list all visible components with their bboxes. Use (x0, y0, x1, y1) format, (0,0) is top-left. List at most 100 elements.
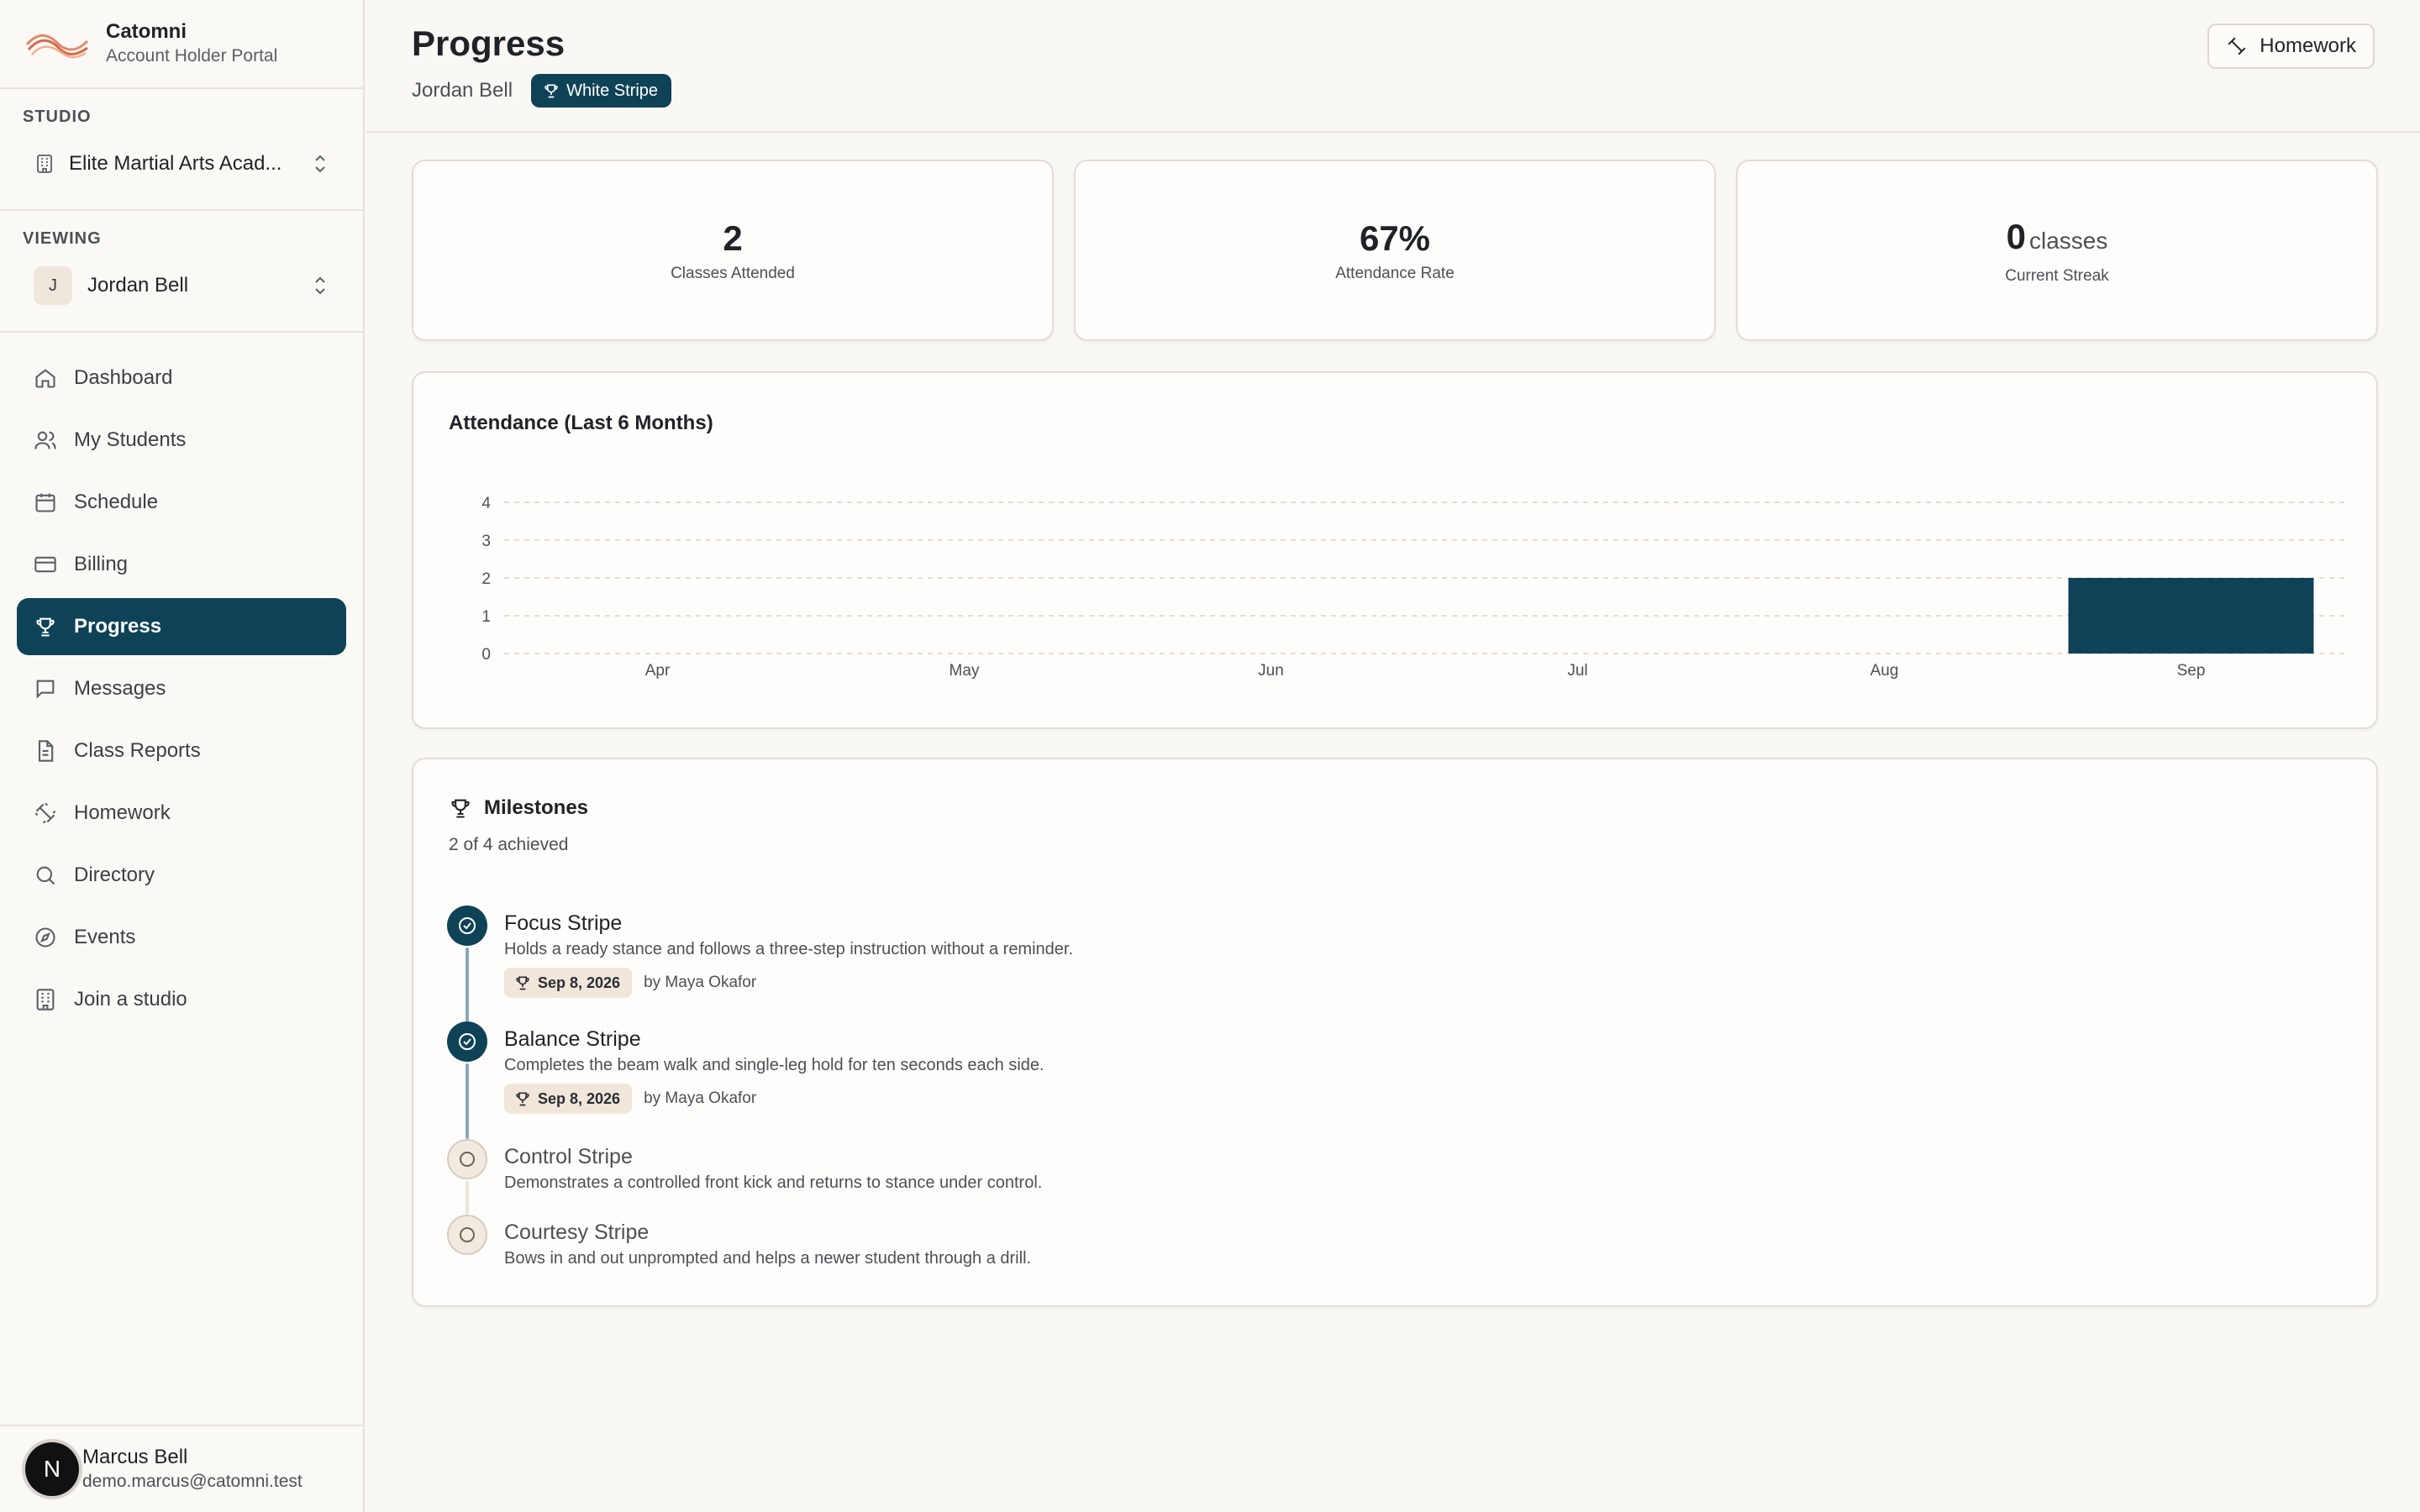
user-avatar: N (25, 1442, 79, 1496)
attendance-chart: 0 1 2 3 4 Apr May Jun Jul Aug Sep (481, 495, 2344, 680)
milestone-name: Focus Stripe (504, 911, 623, 935)
milestone-connector (466, 948, 469, 1021)
sidebar-item-label: Join a studio (74, 988, 187, 1011)
message-icon (36, 680, 55, 699)
x-tick-label: Jul (1567, 662, 1587, 680)
check-circle-icon (447, 906, 487, 946)
milestone-list: Focus Stripe Holds a ready stance and fo… (447, 906, 2296, 1282)
x-tick-label: May (950, 662, 980, 680)
x-tick-label: Apr (645, 662, 671, 680)
user-email: demo.marcus@catomni.test (82, 1472, 302, 1491)
studio-name: Elite Martial Arts Acad... (69, 152, 282, 175)
x-tick-label: Sep (2177, 662, 2206, 680)
chevrons-up-down-icon (315, 155, 325, 173)
empty-circle-icon (447, 1215, 487, 1255)
stat-card-attendance-rate: 67% Attendance Rate (1074, 160, 1716, 341)
stat-label: Attendance Rate (1335, 265, 1455, 282)
y-tick-label: 1 (481, 608, 491, 626)
x-tick-label: Aug (1870, 662, 1899, 680)
milestone-item: Focus Stripe Holds a ready stance and fo… (447, 906, 2296, 1021)
y-tick-label: 0 (481, 646, 491, 664)
y-tick-label: 2 (481, 570, 491, 588)
achieved-date-chip: Sep 8, 2026 (504, 1084, 633, 1114)
achieved-date: Sep 8, 2026 (538, 974, 621, 991)
sidebar-item-progress[interactable]: Progress (17, 598, 346, 655)
trophy-icon (516, 976, 529, 990)
student-avatar: J (34, 266, 72, 305)
trophy-icon (451, 799, 470, 818)
catomni-logo-icon (25, 34, 89, 59)
x-tick-label: Jun (1258, 662, 1284, 680)
achieved-date-chip: Sep 8, 2026 (504, 968, 633, 998)
stat-label: Current Streak (2005, 266, 2109, 285)
stat-value: 2 (723, 218, 743, 258)
stat-card-classes-attended: 2 Classes Attended (412, 160, 1054, 341)
sidebar-item-events[interactable]: Events (17, 909, 346, 966)
milestone-name: Balance Stripe (504, 1027, 641, 1051)
homework-button-label: Homework (2260, 34, 2356, 57)
sidebar-item-homework[interactable]: Homework (17, 785, 346, 842)
y-tick-label: 4 (481, 495, 491, 512)
studio-label: STUDIO (23, 108, 92, 126)
compass-icon (35, 927, 55, 948)
stat-value: 0 classes (2006, 216, 2108, 256)
sidebar-item-schedule[interactable]: Schedule (17, 474, 346, 531)
dumbbell-icon (2228, 37, 2246, 55)
sidebar-item-dashboard[interactable]: Dashboard (17, 349, 346, 407)
sidebar-item-label: Dashboard (74, 366, 173, 389)
studio-section: STUDIO Elite Martial Arts Acad... (0, 89, 363, 211)
milestones-card: Milestones 2 of 4 achieved Focus Stripe … (412, 758, 2378, 1307)
homework-button[interactable]: Homework (2207, 24, 2375, 69)
sidebar-item-label: Progress (74, 615, 162, 638)
dumbbell-icon (34, 802, 56, 824)
bar (2068, 578, 2314, 654)
calendar-icon (35, 493, 55, 512)
brand-name: Catomni (106, 20, 187, 43)
sidebar-item-label: Homework (74, 801, 171, 824)
rank-label: White Stripe (566, 81, 659, 100)
sidebar-item-directory[interactable]: Directory (17, 847, 346, 904)
trophy-icon (516, 1092, 529, 1106)
home-icon (35, 369, 55, 388)
building-icon (36, 989, 55, 1011)
achieved-date: Sep 8, 2026 (538, 1089, 621, 1107)
rank-badge: White Stripe (531, 74, 672, 108)
milestone-meta: Sep 8, 2026 by Maya Okafor (504, 968, 2296, 998)
user-account[interactable]: N Marcus Bell demo.marcus@catomni.test (0, 1425, 363, 1512)
awarded-by: by Maya Okafor (644, 974, 757, 991)
milestone-name: Courtesy Stripe (504, 1221, 650, 1244)
user-name: Marcus Bell (82, 1446, 188, 1468)
stat-card-current-streak: 0 classes Current Streak (1736, 160, 2378, 341)
milestones-count: 2 of 4 achieved (449, 835, 569, 854)
milestone-connector (466, 1063, 469, 1139)
student-name: Jordan Bell (87, 274, 189, 297)
milestone-meta: Sep 8, 2026 by Maya Okafor (504, 1084, 2296, 1114)
sidebar-item-messages[interactable]: Messages (17, 660, 346, 717)
milestone-description: Completes the beam walk and single-leg h… (504, 1056, 1044, 1074)
brand[interactable]: Catomni Account Holder Portal (0, 0, 363, 89)
sidebar-item-class-reports[interactable]: Class Reports (17, 722, 346, 780)
sidebar-item-my-students[interactable]: My Students (17, 412, 346, 469)
milestones-header: Milestones (449, 796, 588, 820)
users-icon (34, 431, 56, 449)
milestone-description: Holds a ready stance and follows a three… (504, 940, 1074, 958)
sidebar-item-billing[interactable]: Billing (17, 536, 346, 593)
viewing-section: VIEWING J Jordan Bell (0, 211, 363, 333)
studio-selector[interactable]: Elite Martial Arts Acad... (17, 137, 346, 191)
milestones-title: Milestones (484, 796, 589, 819)
search-icon (36, 866, 55, 885)
sidebar-item-label: Billing (74, 553, 129, 575)
stat-value: 67% (1359, 218, 1431, 258)
empty-circle-icon (447, 1139, 487, 1179)
sidebar-nav: Dashboard My Students Schedule Billing P… (0, 333, 363, 1028)
stats-row: 2 Classes Attended 67% Attendance Rate 0… (412, 160, 2378, 341)
student-selector[interactable]: J Jordan Bell (17, 259, 346, 312)
sidebar-item-label: Schedule (74, 491, 159, 513)
milestone-item: Control Stripe Demonstrates a controlled… (447, 1139, 2296, 1215)
stat-unit: classes (2028, 227, 2108, 254)
sidebar-item-join-a-studio[interactable]: Join a studio (17, 971, 346, 1028)
main-content: Progress Jordan Bell White Stripe Homewo… (366, 0, 2420, 1512)
awarded-by: by Maya Okafor (644, 1089, 757, 1107)
trophy-icon (544, 84, 558, 98)
milestone-item: Balance Stripe Completes the beam walk a… (447, 1021, 2296, 1139)
